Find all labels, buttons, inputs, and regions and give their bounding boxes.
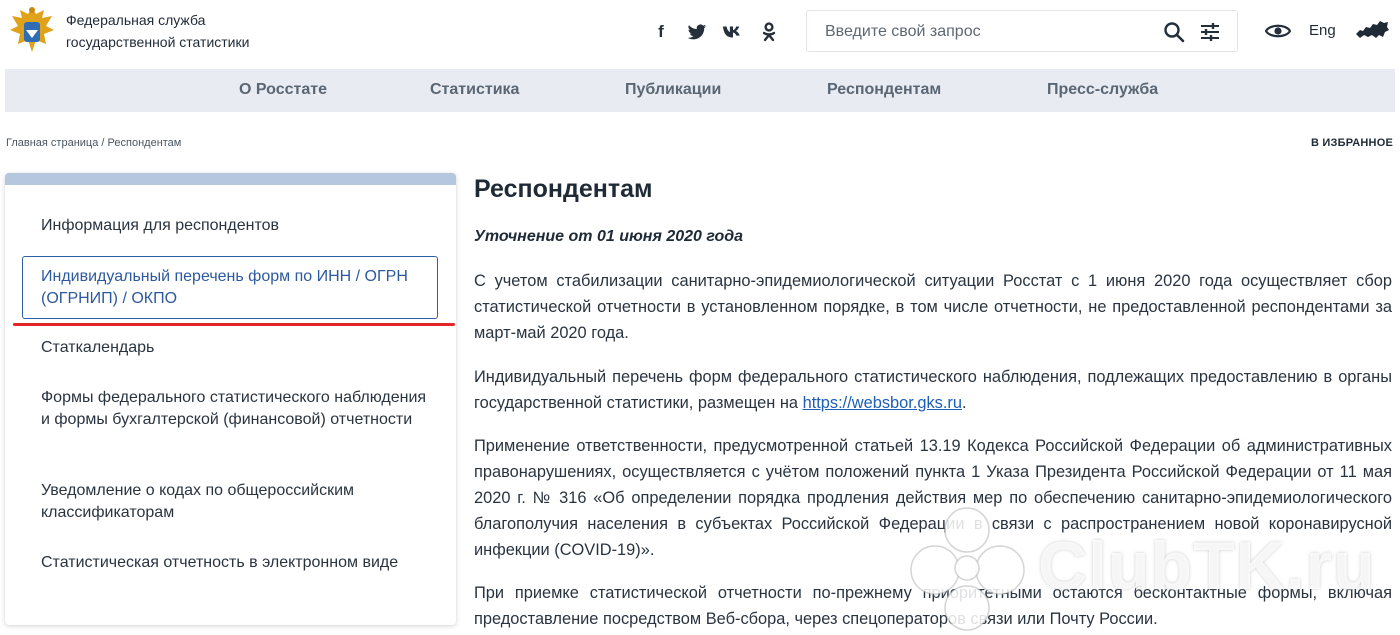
add-to-favorites-button[interactable]: В ИЗБРАННОЕ <box>1311 137 1393 149</box>
breadcrumb: Главная страница / Респондентам <box>6 137 181 149</box>
org-name-line2: государственной статистики <box>66 34 250 50</box>
page-title: Респондентам <box>474 175 653 203</box>
sidebar-item-forms[interactable]: Формы федерального статистического наблю… <box>41 387 431 431</box>
org-name-line1: Федеральная служба <box>66 12 206 28</box>
sidebar-menu: Информация для респондентов Индивидуальн… <box>5 173 456 625</box>
breadcrumb-current: Респондентам <box>107 137 182 149</box>
breadcrumb-separator: / <box>101 137 105 149</box>
breadcrumb-home[interactable]: Главная страница <box>6 137 98 149</box>
odnoklassniki-icon[interactable] <box>758 21 780 43</box>
search-input[interactable] <box>823 20 1147 44</box>
site-header: Федеральная служба государственной стати… <box>0 0 1400 64</box>
vk-icon[interactable] <box>722 21 744 43</box>
watermark-text: ClubTK.ru <box>1038 528 1376 604</box>
facebook-icon[interactable]: f <box>650 21 672 43</box>
page-subtitle: Уточнение от 01 июня 2020 года <box>474 228 744 245</box>
accessibility-eye-icon[interactable] <box>1265 20 1291 42</box>
sidebar-item-info[interactable]: Информация для респондентов <box>41 215 431 237</box>
search-box <box>806 10 1238 52</box>
nav-about[interactable]: О Росстате <box>239 81 327 99</box>
search-icon[interactable] <box>1163 21 1185 43</box>
sidebar-item-calendar[interactable]: Статкалендарь <box>41 337 431 359</box>
organization-name[interactable]: Федеральная служба государственной стати… <box>66 9 249 53</box>
paragraph-2: Индивидуальный перечень форм федеральног… <box>474 364 1392 416</box>
emblem-logo-icon[interactable] <box>6 2 58 60</box>
nav-statistics[interactable]: Статистика <box>430 81 519 99</box>
red-underline-annotation <box>13 323 455 326</box>
paragraph-2-end: . <box>962 394 967 412</box>
sidebar-item-electronic[interactable]: Статистическая отчетность в электронном … <box>41 552 431 574</box>
twitter-icon[interactable] <box>686 21 708 43</box>
nav-respondents[interactable]: Респондентам <box>827 81 941 99</box>
nav-publications[interactable]: Публикации <box>625 81 721 99</box>
main-navigation: О Росстате Статистика Публикации Респонд… <box>5 69 1395 112</box>
sidebar-item-codes[interactable]: Уведомление о кодах по общероссийским кл… <box>41 480 431 524</box>
paragraph-1: С учетом стабилизации санитарно-эпидемио… <box>474 272 1392 342</box>
russia-map-icon[interactable] <box>1354 18 1390 42</box>
sidebar-item-individual-forms[interactable]: Индивидуальный перечень форм по ИНН / ОГ… <box>22 256 438 319</box>
nav-press[interactable]: Пресс-служба <box>1047 81 1158 99</box>
language-switch[interactable]: Eng <box>1309 22 1336 39</box>
social-links: f <box>650 21 780 43</box>
sidebar-top-bar <box>5 173 456 185</box>
websbor-link[interactable]: https://websbor.gks.ru <box>803 394 962 412</box>
filter-settings-icon[interactable] <box>1199 21 1221 43</box>
